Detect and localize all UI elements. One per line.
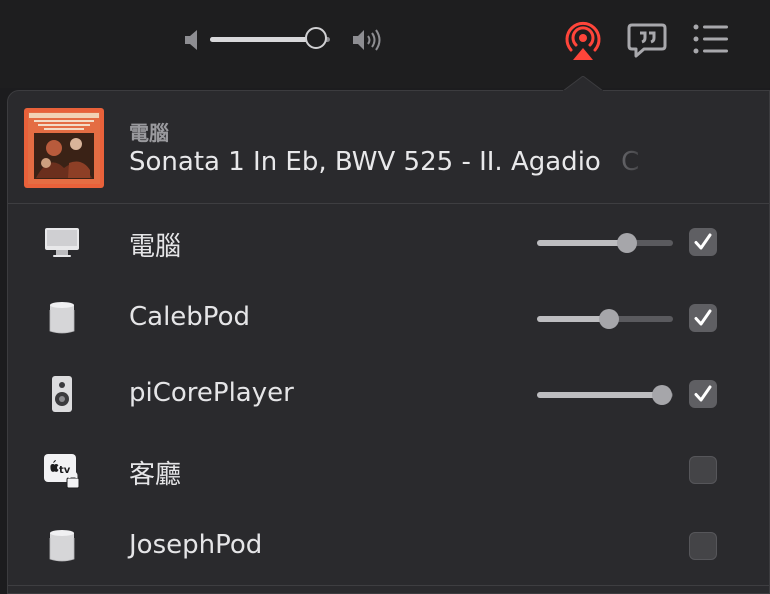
- checkmark-icon: [694, 309, 712, 326]
- airplay-popover: 電腦 Sonata 1 In Eb, BWV 525 - II. Agadio …: [7, 90, 770, 594]
- device-checkbox[interactable]: [689, 304, 717, 332]
- track-title: Sonata 1 In Eb, BWV 525 - II. Agadio: [129, 147, 601, 177]
- device-name: piCorePlayer: [129, 378, 294, 408]
- divider: [8, 585, 769, 586]
- device-volume-knob[interactable]: [652, 385, 673, 405]
- device-checkbox[interactable]: [689, 456, 717, 484]
- speaker-max-icon: [353, 29, 381, 51]
- toolbar: [0, 0, 770, 88]
- device-volume-fill: [537, 240, 627, 246]
- device-row[interactable]: JosephPod: [8, 508, 769, 584]
- homepod-icon: [42, 298, 82, 338]
- device-volume-knob[interactable]: [616, 233, 637, 253]
- device-checkbox[interactable]: [689, 532, 717, 560]
- device-checkbox[interactable]: [689, 228, 717, 256]
- track-fade: [608, 141, 668, 185]
- homepod-icon: [42, 526, 82, 566]
- checkmark-icon: [694, 385, 712, 402]
- device-name: CalebPod: [129, 302, 250, 332]
- checkmark-icon: [694, 233, 712, 250]
- computer-icon: [42, 222, 82, 262]
- speaker-icon: [42, 374, 82, 414]
- device-row[interactable]: tv 客廳: [8, 432, 769, 508]
- device-volume-slider[interactable]: [537, 309, 673, 329]
- airplay-icon[interactable]: [562, 20, 604, 60]
- device-row[interactable]: piCorePlayer: [8, 356, 769, 432]
- popover-pointer: [563, 76, 603, 92]
- device-checkbox[interactable]: [689, 380, 717, 408]
- volume-slider-fill: [210, 37, 316, 42]
- device-volume-fill: [537, 392, 663, 398]
- device-row[interactable]: 電腦: [8, 204, 769, 280]
- device-volume-slider[interactable]: [537, 233, 673, 253]
- now-playing: 電腦 Sonata 1 In Eb, BWV 525 - II. Agadio …: [8, 91, 769, 204]
- device-name: JosephPod: [129, 530, 263, 560]
- device-volume-knob[interactable]: [599, 309, 620, 329]
- device-name: 電腦: [129, 232, 182, 262]
- apple-tv-locked-icon: tv: [42, 450, 82, 490]
- device-row[interactable]: CalebPod: [8, 280, 769, 356]
- now-playing-track: Sonata 1 In Eb, BWV 525 - II. Agadio C: [129, 147, 639, 177]
- album-art: [24, 108, 104, 188]
- queue-icon[interactable]: [692, 22, 730, 56]
- device-name: 客廳: [129, 460, 182, 490]
- speaker-min-icon: [185, 30, 197, 50]
- lyrics-icon[interactable]: [627, 22, 667, 60]
- volume-slider-knob[interactable]: [304, 27, 327, 49]
- now-playing-device: 電腦: [129, 121, 169, 145]
- device-volume-slider[interactable]: [537, 385, 673, 405]
